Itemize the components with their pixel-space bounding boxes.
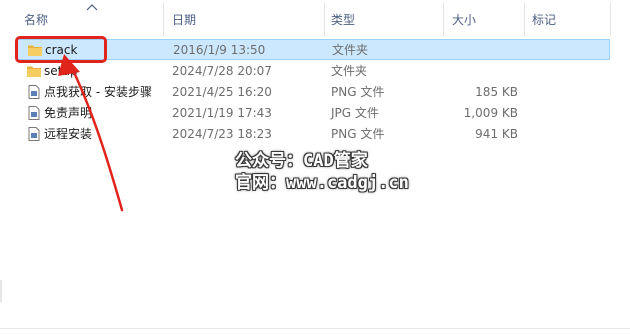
resize-edge [0,280,2,302]
bottom-divider [0,328,630,329]
watermark-website: 官网：www.cadgj.cn [235,173,409,193]
